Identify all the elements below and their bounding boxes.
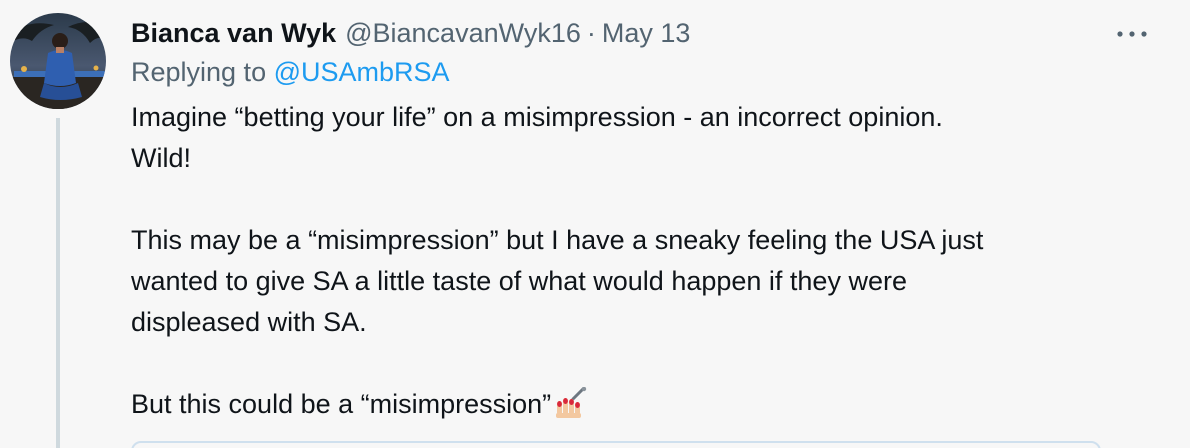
author-handle[interactable]: @BiancavanWyk16	[345, 14, 581, 52]
tweet-header: Bianca van Wyk @BiancavanWyk16 · May 13	[131, 14, 1131, 52]
paragraph: Imagine “betting your life” on a misimpr…	[131, 97, 1131, 179]
tweet[interactable]: Bianca van Wyk @BiancavanWyk16 · May 13 …	[0, 0, 1190, 448]
text-line: displeased with SA.	[131, 307, 367, 337]
text-line: This may be a “misimpression” but I have…	[131, 225, 984, 255]
text-line: wanted to give SA a little taste of what…	[131, 266, 907, 296]
tweet-text: Imagine “betting your life” on a misimpr…	[131, 97, 1131, 431]
replying-to: Replying to @USAmbRSA	[131, 53, 1131, 91]
thread-line	[56, 118, 60, 448]
separator-dot: ·	[586, 18, 596, 48]
avatar-photo	[10, 13, 106, 109]
text-line: Imagine “betting your life” on a misimpr…	[131, 102, 943, 132]
text-line: But this could be a “misimpression”	[131, 389, 552, 419]
tweet-date[interactable]: May 13	[602, 14, 691, 52]
nail-polish-icon	[553, 386, 587, 431]
tweet-content: Bianca van Wyk @BiancavanWyk16 · May 13 …	[131, 14, 1131, 431]
avatar[interactable]	[10, 13, 106, 109]
replying-to-mention[interactable]: @USAmbRSA	[274, 57, 450, 87]
replying-prefix: Replying to	[131, 57, 274, 87]
paragraph: But this could be a “misimpression”	[131, 384, 1131, 431]
quoted-card-edge[interactable]	[131, 441, 1101, 448]
text-line: Wild!	[131, 143, 191, 173]
paragraph: This may be a “misimpression” but I have…	[131, 220, 1131, 343]
author-name[interactable]: Bianca van Wyk	[131, 14, 336, 52]
